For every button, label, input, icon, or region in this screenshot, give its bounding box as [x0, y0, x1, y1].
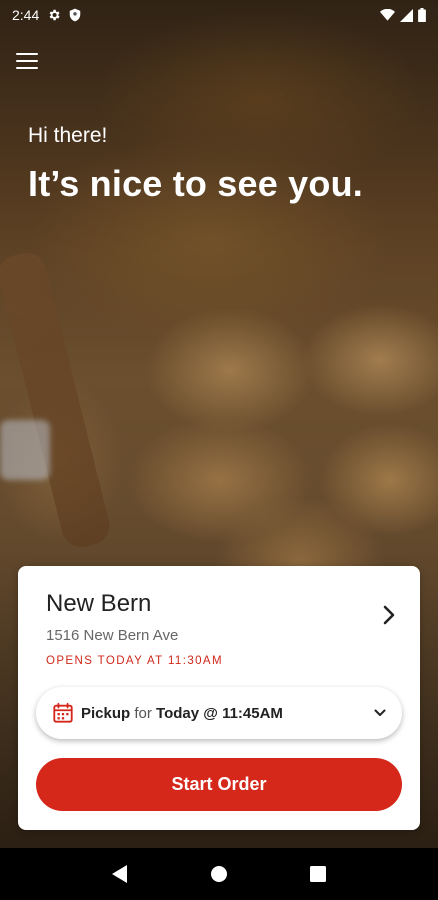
- location-address: 1516 New Bern Ave: [46, 627, 179, 644]
- calendar-icon: [53, 702, 73, 723]
- location-selector[interactable]: New Bern 1516 New Bern Ave OPENS TODAY A…: [18, 566, 420, 676]
- status-time: 2:44: [12, 7, 40, 23]
- menu-line: [16, 67, 38, 69]
- pickup-mode: Pickup: [81, 704, 131, 722]
- battery-icon: [418, 8, 426, 22]
- headline-text: It’s nice to see you.: [28, 163, 363, 204]
- android-navigation-bar: [0, 848, 438, 900]
- status-left: 2:44: [12, 7, 81, 23]
- signal-icon: [400, 8, 413, 22]
- pickup-summary: Pickup for Today @ 11:45AM: [81, 705, 374, 722]
- pickup-connector: for: [134, 704, 152, 722]
- status-right: [380, 8, 426, 22]
- location-hours: OPENS TODAY AT 11:30AM: [46, 655, 223, 667]
- recents-icon[interactable]: [306, 862, 330, 886]
- location-name: New Bern: [46, 590, 152, 617]
- home-icon[interactable]: [207, 862, 231, 886]
- shield-icon: [70, 8, 81, 22]
- menu-line: [16, 53, 38, 55]
- start-order-button[interactable]: Start Order: [36, 758, 402, 811]
- greeting-text: Hi there!: [28, 124, 108, 147]
- back-icon[interactable]: [108, 862, 132, 886]
- pickup-time: Today @ 11:45AM: [156, 704, 283, 722]
- chevron-down-icon: [374, 709, 386, 716]
- pickup-time-selector[interactable]: Pickup for Today @ 11:45AM: [36, 687, 402, 739]
- status-bar: 2:44: [0, 0, 438, 30]
- gear-icon: [49, 9, 60, 21]
- chevron-right-icon: [383, 605, 395, 625]
- hamburger-menu-icon[interactable]: [16, 50, 38, 72]
- location-card: New Bern 1516 New Bern Ave OPENS TODAY A…: [18, 566, 420, 830]
- menu-line: [16, 60, 38, 62]
- wifi-icon: [380, 9, 395, 21]
